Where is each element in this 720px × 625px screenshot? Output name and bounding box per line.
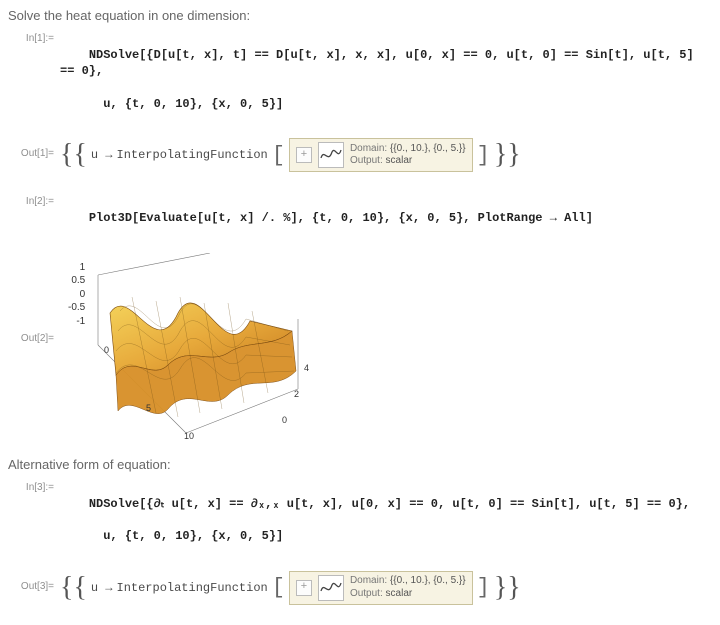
output-interp-label: InterpolatingFunction (117, 148, 268, 162)
expand-button[interactable]: + (296, 580, 312, 596)
x-tick: 10 (184, 431, 194, 441)
section-heading-alternative: Alternative form of equation: (8, 457, 712, 472)
code-in3-line2: u, {t, 0, 10}, {x, 0, 5}] (89, 529, 283, 543)
plot3d-graphic[interactable]: 1 0.5 0 -0.5 -1 (60, 253, 320, 443)
output-u-arrow: u → (91, 148, 113, 162)
bracket-open-icon: [ (272, 143, 285, 168)
domain-label: Domain: (350, 575, 387, 586)
plot3d-svg: 0 5 10 0 2 4 (60, 253, 320, 443)
label-out3: Out[3]= (8, 571, 60, 592)
brace-close-icon: }} (494, 574, 521, 602)
interpolating-function-summary[interactable]: + Domain: {{0., 10.}, {0., 5.}} Output: … (289, 571, 473, 605)
code-in1-line1: NDSolve[{D[u[t, x], t] == D[u[t, x], x, … (60, 48, 701, 78)
code-in1[interactable]: NDSolve[{D[u[t, x], t] == D[u[t, x], x, … (60, 31, 712, 128)
y-tick: 4 (304, 363, 309, 373)
summary-text: Domain: {{0., 10.}, {0., 5.}} Output: sc… (350, 143, 466, 168)
brace-open-icon: {{ (60, 141, 87, 169)
bracket-close-icon: ] (477, 143, 490, 168)
output-type-value: scalar (386, 588, 413, 599)
output-type-label: Output: (350, 155, 383, 166)
cell-in2: In[2]:= Plot3D[Evaluate[u[t, x] /. %], {… (8, 194, 712, 243)
cell-out2: Out[2]= 1 0.5 0 -0.5 -1 (8, 249, 712, 443)
x-tick-origin: 0 (104, 345, 109, 355)
plot3d-output[interactable]: 1 0.5 0 -0.5 -1 (60, 249, 712, 443)
output-expr-1: {{ u → InterpolatingFunction [ + Domain:… (60, 138, 712, 172)
cell-in3: In[3]:= NDSolve[{∂ₜ u[t, x] == ∂ₓ,ₓ u[t,… (8, 480, 712, 561)
summary-text: Domain: {{0., 10.}, {0., 5.}} Output: sc… (350, 575, 466, 600)
domain-value: {{0., 10.}, {0., 5.}} (390, 143, 466, 154)
brace-open-icon: {{ (60, 574, 87, 602)
expand-button[interactable]: + (296, 147, 312, 163)
label-out1: Out[1]= (8, 138, 60, 159)
cell-out3: Out[3]= {{ u → InterpolatingFunction [ +… (8, 571, 712, 605)
bracket-close-icon: ] (477, 575, 490, 600)
interpolating-function-summary[interactable]: + Domain: {{0., 10.}, {0., 5.}} Output: … (289, 138, 473, 172)
output-expr-3: {{ u → InterpolatingFunction [ + Domain:… (60, 571, 712, 605)
label-out2: Out[2]= (8, 249, 60, 344)
bracket-open-icon: [ (272, 575, 285, 600)
y-tick-origin: 0 (282, 415, 287, 425)
cell-in1: In[1]:= NDSolve[{D[u[t, x], t] == D[u[t,… (8, 31, 712, 128)
domain-value: {{0., 10.}, {0., 5.}} (390, 575, 466, 586)
output-interp-label: InterpolatingFunction (117, 581, 268, 595)
label-in1: In[1]:= (8, 31, 60, 44)
code-in3-line1: NDSolve[{∂ₜ u[t, x] == ∂ₓ,ₓ u[t, x], u[0… (89, 497, 690, 511)
domain-label: Domain: (350, 143, 387, 154)
brace-close-icon: }} (494, 141, 521, 169)
summary-thumbnail-icon (318, 575, 344, 601)
y-tick: 2 (294, 389, 299, 399)
output-u-arrow: u → (91, 581, 113, 595)
summary-thumbnail-icon (318, 142, 344, 168)
output-type-label: Output: (350, 588, 383, 599)
label-in2: In[2]:= (8, 194, 60, 207)
section-heading-solve: Solve the heat equation in one dimension… (8, 8, 712, 23)
label-in3: In[3]:= (8, 480, 60, 493)
output-type-value: scalar (386, 155, 413, 166)
code-in1-line2: u, {t, 0, 10}, {x, 0, 5}] (89, 97, 283, 111)
code-in2-line1: Plot3D[Evaluate[u[t, x] /. %], {t, 0, 10… (89, 211, 593, 225)
code-in2[interactable]: Plot3D[Evaluate[u[t, x] /. %], {t, 0, 10… (60, 194, 712, 243)
x-tick: 5 (146, 403, 151, 413)
code-in3[interactable]: NDSolve[{∂ₜ u[t, x] == ∂ₓ,ₓ u[t, x], u[0… (60, 480, 712, 561)
cell-out1: Out[1]= {{ u → InterpolatingFunction [ +… (8, 138, 712, 172)
